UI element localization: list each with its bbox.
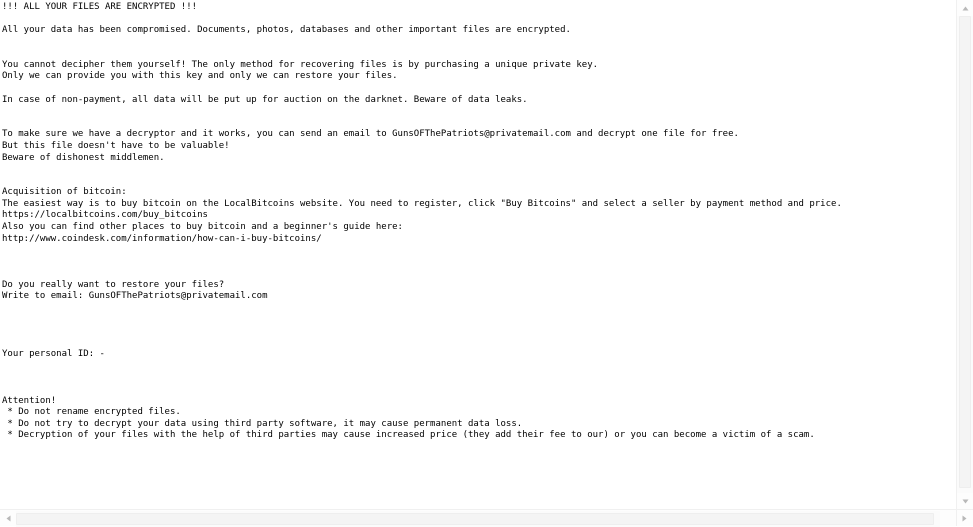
note-line (2, 268, 955, 280)
horizontal-scrollbar-thumb[interactable] (16, 513, 934, 525)
ransom-note-text: !!! ALL YOUR FILES ARE ENCRYPTED !!! All… (0, 0, 955, 442)
note-line: Your personal ID: - (2, 349, 105, 360)
note-line: Only we can provide you with this key an… (2, 71, 398, 82)
note-line (2, 14, 955, 26)
note-line: The easiest way is to buy bitcoin on the… (2, 198, 842, 209)
chevron-up-icon[interactable] (957, 0, 973, 16)
note-line (2, 338, 955, 350)
note-line (2, 326, 955, 338)
note-line: But this file doesn't have to be valuabl… (2, 140, 230, 151)
note-line: http://www.coindesk.com/information/how-… (2, 233, 322, 244)
note-line (2, 83, 955, 95)
note-line (2, 176, 955, 188)
text-viewer-window: !!! ALL YOUR FILES ARE ENCRYPTED !!! All… (0, 0, 973, 527)
note-line (2, 315, 955, 327)
note-line (2, 257, 955, 269)
note-line (2, 164, 955, 176)
note-line: Write to email: GunsOFThePatriots@privat… (2, 291, 268, 302)
horizontal-scrollbar[interactable] (0, 509, 956, 527)
chevron-down-icon[interactable] (957, 493, 973, 509)
note-line: * Do not try to decrypt your data using … (2, 418, 523, 429)
note-line: Do you really want to restore your files… (2, 279, 225, 290)
note-line: Also you can find other places to buy bi… (2, 221, 403, 232)
note-line (2, 37, 955, 49)
note-line: You cannot decipher them yourself! The o… (2, 59, 599, 70)
note-line: * Do not rename encrypted files. (2, 407, 181, 418)
note-line: Acquisition of bitcoin: (2, 187, 127, 198)
note-line (2, 361, 955, 373)
horizontal-scrollbar-track[interactable] (16, 511, 940, 527)
chevron-left-icon[interactable] (0, 510, 16, 527)
note-line (2, 303, 955, 315)
note-line (2, 384, 955, 396)
note-line (2, 118, 955, 130)
note-line: In case of non-payment, all data will be… (2, 94, 528, 105)
note-line (2, 48, 955, 60)
chevron-right-icon[interactable] (956, 510, 973, 527)
vertical-scrollbar[interactable] (956, 0, 973, 509)
ransom-note-viewport[interactable]: !!! ALL YOUR FILES ARE ENCRYPTED !!! All… (0, 0, 955, 508)
note-line: Beware of dishonest middlemen. (2, 152, 165, 163)
note-line: !!! ALL YOUR FILES ARE ENCRYPTED !!! (2, 2, 198, 12)
note-line (2, 245, 955, 257)
note-line: Attention! (2, 395, 57, 406)
vertical-scrollbar-thumb[interactable] (959, 16, 971, 488)
vertical-scrollbar-track[interactable] (957, 16, 973, 493)
note-line: To make sure we have a decryptor and it … (2, 129, 739, 140)
note-line: All your data has been compromised. Docu… (2, 25, 571, 36)
note-line (2, 373, 955, 385)
note-line (2, 106, 955, 118)
scrollbar-corner (956, 509, 973, 526)
note-line: https://localbitcoins.com/buy_bitcoins (2, 210, 208, 221)
note-line: * Decryption of your files with the help… (2, 430, 815, 441)
